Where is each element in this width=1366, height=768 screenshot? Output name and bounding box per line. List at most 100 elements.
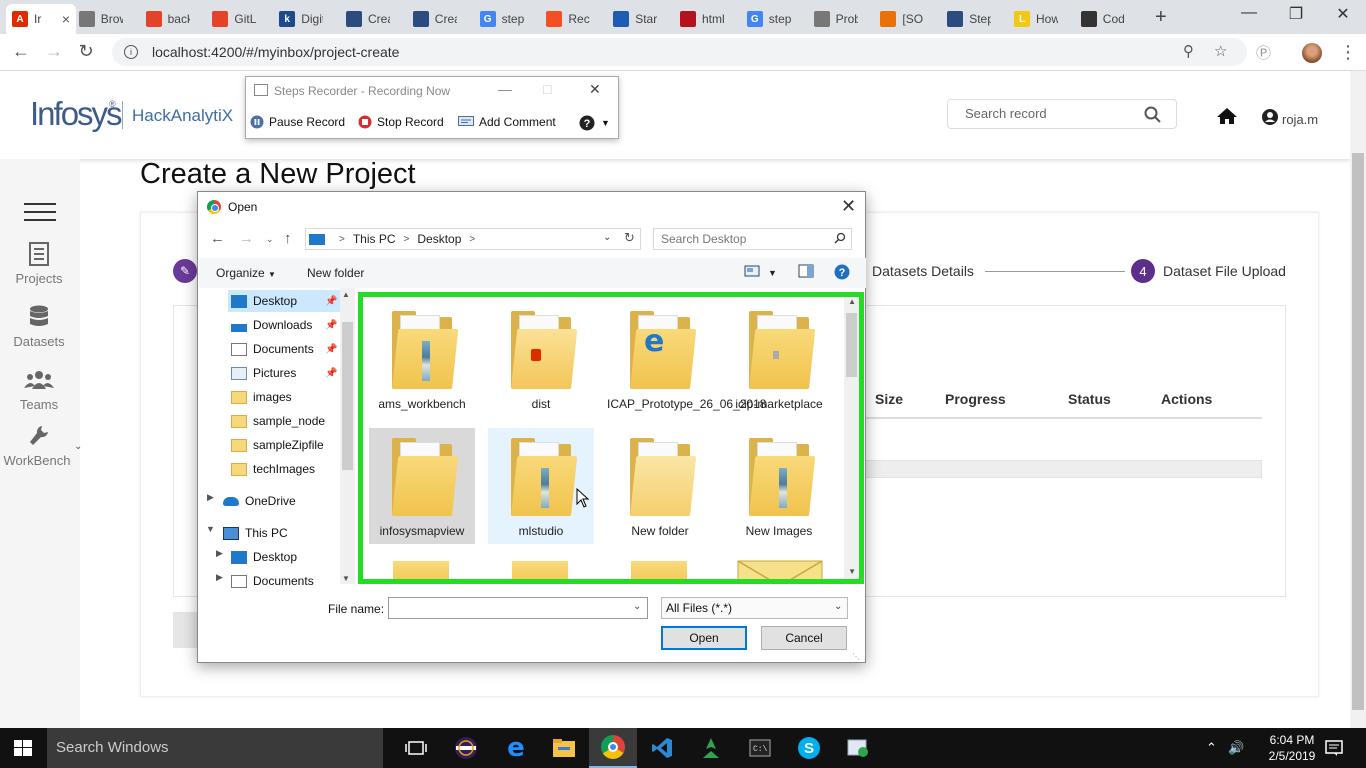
edge-icon[interactable]: e — [492, 728, 540, 768]
info-icon[interactable]: i — [124, 45, 138, 59]
pin-icon[interactable]: 📌 — [325, 344, 337, 355]
expand-onedrive-icon[interactable]: ▶ — [207, 492, 214, 503]
browser-tab[interactable]: [SOL — [874, 4, 941, 34]
address-bar[interactable]: i localhost:4200/#/myinbox/project-creat… — [112, 38, 1247, 66]
add-comment-button[interactable]: Add Comment — [458, 115, 556, 129]
tree-item-desktop[interactable]: Desktop 📌 — [228, 290, 340, 312]
file-item-selected[interactable]: infosysmapview — [369, 428, 475, 544]
recorder-help-button[interactable]: ? ▼ — [579, 115, 610, 131]
eclipse-icon[interactable] — [442, 728, 490, 768]
file-type-dropdown-icon[interactable]: ⌄ — [834, 601, 842, 612]
cancel-button[interactable]: Cancel — [761, 626, 847, 650]
pin-icon[interactable]: 📌 — [325, 296, 337, 307]
chevron-down-icon[interactable]: ⌄ — [74, 441, 82, 452]
file-name-dropdown-icon[interactable]: ⌄ — [633, 601, 641, 612]
resize-grip-icon[interactable]: ⋱ — [852, 652, 860, 661]
tree-scroll-up-icon[interactable]: ▲ — [342, 290, 350, 299]
tree-item-downloads[interactable]: Downloads 📌 — [231, 314, 343, 336]
tree-scrollbar-thumb[interactable] — [342, 322, 353, 470]
browser-tab[interactable]: L How — [1008, 4, 1075, 34]
skype-icon[interactable]: S — [785, 728, 833, 768]
recorder-minimize-button[interactable]: — — [498, 81, 512, 97]
hamburger-menu-icon[interactable] — [24, 203, 56, 227]
envelope-icon[interactable] — [737, 560, 823, 584]
tree-scroll-down-icon[interactable]: ▼ — [342, 574, 350, 583]
task-view-icon[interactable] — [392, 728, 440, 768]
browser-tab[interactable]: Gsteps — [474, 4, 541, 34]
file-list-scroll-down-icon[interactable]: ▼ — [848, 567, 856, 576]
browser-tab[interactable]: k Digit — [273, 4, 340, 34]
close-tab-icon[interactable]: × — [62, 11, 70, 27]
extension-icon[interactable]: Ⓟ — [1256, 42, 1271, 63]
breadcrumb-dropdown-icon[interactable]: ⌄ — [603, 232, 611, 243]
windows-start-icon[interactable] — [14, 740, 32, 756]
nav-projects[interactable]: Projects — [0, 241, 78, 286]
browser-tab[interactable]: Gsteps — [741, 4, 808, 34]
recorder-maximize-button[interactable]: □ — [543, 81, 551, 97]
browser-tab[interactable]: Step — [941, 4, 1008, 34]
file-item[interactable]: New Images — [726, 428, 832, 538]
chrome-taskbar-icon[interactable] — [589, 728, 637, 768]
terminal-icon[interactable]: C:\ — [736, 728, 784, 768]
help-dropdown-icon[interactable]: ▼ — [601, 118, 610, 128]
search-desktop-input[interactable]: Search Desktop — [653, 228, 852, 250]
search-icon[interactable] — [834, 232, 846, 244]
change-view-icon[interactable] — [744, 264, 760, 278]
browser-tab[interactable]: Start — [607, 4, 674, 34]
rocket-app-icon[interactable] — [687, 728, 735, 768]
profile-avatar[interactable] — [1302, 43, 1322, 63]
home-icon[interactable] — [1216, 107, 1238, 125]
browser-menu-icon[interactable]: ⋮ — [1339, 42, 1357, 63]
new-folder-button[interactable]: New folder — [307, 266, 364, 280]
back-icon[interactable]: ← — [9, 41, 33, 62]
file-explorer-icon[interactable] — [540, 728, 588, 768]
expand-desktop-icon[interactable]: ▶ — [216, 548, 223, 559]
user-icon[interactable] — [1262, 109, 1278, 125]
tree-item-pc-desktop[interactable]: Desktop — [231, 546, 297, 568]
nav-datasets[interactable]: Datasets — [0, 304, 78, 349]
open-button[interactable]: Open — [661, 626, 747, 650]
pin-icon[interactable]: 📌 — [325, 368, 337, 379]
browser-tab[interactable]: Code — [1075, 4, 1142, 34]
folder-icon[interactable] — [512, 561, 568, 579]
maximize-button[interactable]: ❐ — [1273, 4, 1319, 24]
breadcrumb-desktop[interactable]: Desktop — [417, 232, 461, 246]
step3-label[interactable]: Datasets Details — [872, 263, 974, 279]
taskbar-search[interactable]: Search Windows — [47, 728, 383, 768]
help-icon[interactable]: ? — [834, 264, 850, 280]
dialog-close-button[interactable]: ✕ — [841, 196, 856, 217]
nav-teams[interactable]: Teams — [0, 367, 78, 412]
tree-item-samplezipfile[interactable]: sampleZipfile — [231, 434, 324, 456]
file-list-scrollbar-thumb[interactable] — [846, 313, 857, 377]
tree-item-pc-documents[interactable]: Documents — [231, 570, 314, 592]
pin-icon[interactable]: 📌 — [325, 320, 337, 331]
file-item[interactable]: New folder — [607, 428, 713, 538]
folder-icon[interactable] — [393, 561, 449, 579]
file-list-scroll-up-icon[interactable]: ▲ — [848, 297, 856, 306]
step-edit-icon[interactable]: ✎ — [173, 259, 197, 283]
expand-documents-icon[interactable]: ▶ — [216, 572, 223, 583]
tree-item-this-pc[interactable]: This PC — [223, 522, 288, 544]
browser-tab[interactable]: Brow — [73, 4, 140, 34]
close-window-button[interactable]: ✕ — [1320, 4, 1366, 24]
bookmark-star-icon[interactable]: ☆ — [1214, 42, 1227, 60]
forward-icon[interactable]: → — [42, 41, 66, 62]
dialog-forward-icon[interactable]: → — [239, 230, 254, 247]
folder-icon[interactable] — [631, 561, 687, 579]
tray-expand-icon[interactable]: ⌃ — [1206, 740, 1217, 756]
browser-tab[interactable]: Creat — [340, 4, 407, 34]
pause-record-button[interactable]: Pause Record — [250, 115, 345, 129]
new-tab-button[interactable]: + — [1155, 6, 1167, 29]
browser-tab[interactable]: GitLa — [206, 4, 273, 34]
tree-item-sample-node[interactable]: sample_node — [231, 410, 325, 432]
stop-record-button[interactable]: Stop Record — [358, 115, 444, 129]
dialog-back-icon[interactable]: ← — [210, 230, 225, 247]
breadcrumb[interactable]: > This PC > Desktop > — [305, 228, 641, 250]
recorder-close-button[interactable]: ✕ — [589, 81, 601, 98]
tree-item-documents[interactable]: Documents 📌 — [231, 338, 343, 360]
tree-item-onedrive[interactable]: OneDrive — [223, 490, 296, 512]
nav-workbench[interactable]: WorkBench ⌄ — [0, 423, 82, 468]
file-item-hovered[interactable]: mlstudio — [488, 428, 594, 544]
key-icon[interactable]: ⚲ — [1183, 42, 1194, 60]
browser-tab[interactable]: A Ir × — [6, 4, 76, 34]
